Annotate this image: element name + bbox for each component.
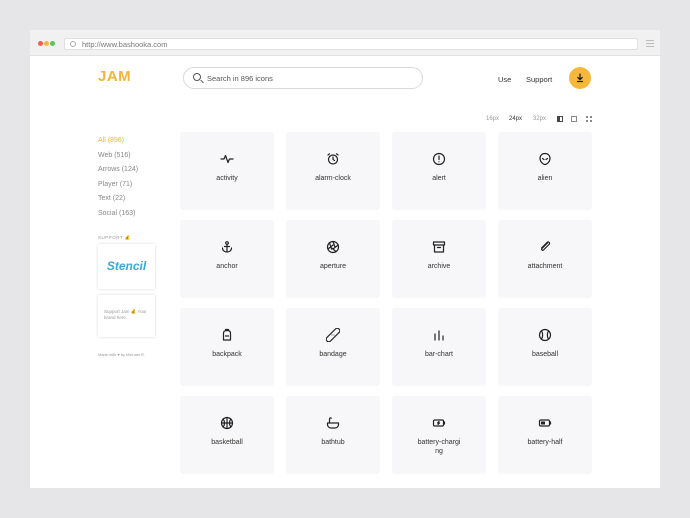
icon-card-label: attachment <box>527 263 563 270</box>
icon-card-label: bar-chart <box>424 351 453 358</box>
size-32px-option[interactable]: 32px <box>533 116 546 122</box>
icon-card-label: backpack <box>212 351 242 358</box>
square-icon[interactable] <box>571 116 577 122</box>
size-16px-option[interactable]: 16px <box>486 116 499 122</box>
made-by-footer: Made with ♥ by Michael R. <box>98 352 146 357</box>
icon-card[interactable]: battery-charging <box>392 396 486 474</box>
browser-window: http://www.bashooka.com JAM Use Support … <box>30 30 660 488</box>
url-text: http://www.bashooka.com <box>82 40 168 49</box>
sidebar-category[interactable]: Player (71) <box>98 181 132 188</box>
icon-card[interactable]: alert <box>392 132 486 210</box>
icon-card[interactable]: backpack <box>180 308 274 386</box>
icon-card-label: alarm-clock <box>315 175 351 182</box>
search-input[interactable] <box>207 68 407 88</box>
nav-support-link[interactable]: Support <box>526 75 552 84</box>
sidebar-category[interactable]: All (896) <box>98 137 124 144</box>
icon-card[interactable]: activity <box>180 132 274 210</box>
nav-use-link[interactable]: Use <box>498 75 511 84</box>
bathtub-icon <box>326 416 340 430</box>
minimize-window-button[interactable] <box>44 41 49 46</box>
icon-card[interactable]: battery-half <box>498 396 592 474</box>
activity-icon <box>220 152 234 166</box>
grid-small-icon[interactable] <box>557 116 563 122</box>
search-bar[interactable] <box>183 67 423 89</box>
icon-card-label: baseball <box>531 351 559 358</box>
stencil-ad[interactable]: Stencil <box>98 244 155 289</box>
icon-card-label: alien <box>537 175 553 182</box>
alien-icon <box>538 152 552 166</box>
archive-icon <box>432 240 446 254</box>
jam-support-ad-text: Support Jam 💰 Your brand here. <box>104 309 147 320</box>
globe-icon <box>70 41 76 47</box>
hamburger-menu-icon[interactable] <box>646 40 654 47</box>
close-window-button[interactable] <box>38 41 43 46</box>
size-24px-option[interactable]: 24px <box>509 116 522 122</box>
maximize-window-button[interactable] <box>50 41 55 46</box>
alarm-clock-icon <box>326 152 340 166</box>
icon-grid: activity alarm-clock alert alien anchor apert… <box>180 132 592 488</box>
search-icon <box>193 73 201 81</box>
download-icon <box>576 73 584 83</box>
bar-chart-icon <box>432 328 446 342</box>
stencil-ad-text: Stencil <box>106 259 147 273</box>
icon-card-label: anchor <box>216 263 238 270</box>
aperture-icon <box>326 240 340 254</box>
icon-card[interactable]: aperture <box>286 220 380 298</box>
jam-support-ad[interactable]: Support Jam 💰 Your brand here. <box>98 295 155 337</box>
icon-card-label: activity <box>216 175 238 182</box>
icon-card[interactable]: bandage <box>286 308 380 386</box>
alert-icon <box>432 152 446 166</box>
icon-card-label: bandage <box>319 351 347 358</box>
icon-card[interactable]: bar-chart <box>392 308 486 386</box>
logo[interactable]: JAM <box>98 68 131 85</box>
download-button[interactable] <box>569 67 591 89</box>
icon-card-label: alert <box>432 175 446 182</box>
icon-card-label: aperture <box>319 263 347 270</box>
battery-charging-icon <box>432 416 446 430</box>
support-label: SUPPORT 💰 <box>98 235 131 240</box>
sidebar-category[interactable]: Arrows (124) <box>98 166 138 173</box>
icon-card[interactable]: bathtub <box>286 396 380 474</box>
sidebar-category[interactable]: Text (22) <box>98 195 125 202</box>
basketball-icon <box>220 416 234 430</box>
icon-card[interactable]: basketball <box>180 396 274 474</box>
icon-card[interactable]: attachment <box>498 220 592 298</box>
sidebar-category[interactable]: Social (163) <box>98 210 135 217</box>
anchor-icon <box>220 240 234 254</box>
backpack-icon <box>220 328 234 342</box>
icon-card-label: basketball <box>211 439 243 446</box>
icon-card[interactable]: alarm-clock <box>286 132 380 210</box>
icon-card-label: battery-half <box>527 439 563 446</box>
sidebar-category[interactable]: Web (516) <box>98 152 131 159</box>
icon-card-label: archive <box>427 263 451 270</box>
baseball-icon <box>538 328 552 342</box>
address-bar[interactable]: http://www.bashooka.com <box>64 38 638 50</box>
grid-icon[interactable] <box>586 116 592 122</box>
icon-card[interactable]: anchor <box>180 220 274 298</box>
icon-card[interactable]: baseball <box>498 308 592 386</box>
icon-card-label: battery-charging <box>417 439 461 455</box>
battery-half-icon <box>538 416 552 430</box>
icon-card[interactable]: alien <box>498 132 592 210</box>
browser-chrome: http://www.bashooka.com <box>30 30 660 56</box>
icon-card[interactable]: archive <box>392 220 486 298</box>
bandage-icon <box>325 327 341 343</box>
attachment-icon <box>538 240 552 254</box>
icon-card-label: bathtub <box>321 439 345 446</box>
